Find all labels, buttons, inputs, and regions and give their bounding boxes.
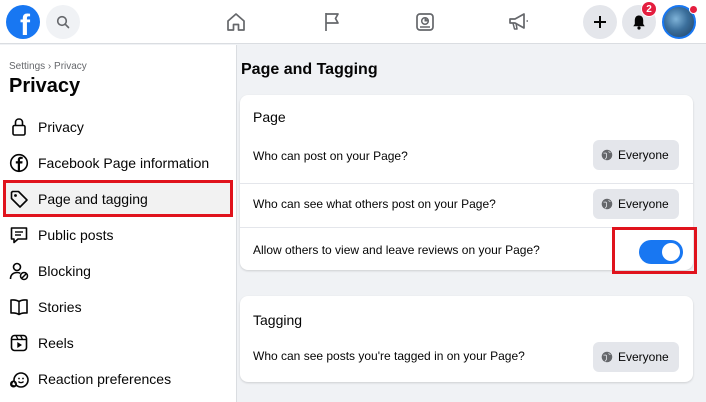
flag-icon bbox=[325, 13, 339, 31]
sidebar-item-facebook-page-information[interactable]: Facebook Page information bbox=[3, 146, 233, 180]
sidebar-item-stories[interactable]: Stories bbox=[3, 290, 233, 324]
marketing-tab[interactable] bbox=[504, 8, 532, 36]
bell-icon bbox=[633, 15, 645, 30]
ads-manager-tab[interactable] bbox=[411, 8, 439, 36]
public-posts-icon bbox=[8, 224, 30, 246]
create-button[interactable] bbox=[583, 5, 617, 39]
globe-icon bbox=[601, 351, 613, 363]
search-button[interactable] bbox=[46, 5, 80, 39]
top-navigation-bar: f 2 bbox=[0, 0, 706, 44]
facebook-logo-letter: f bbox=[20, 9, 30, 39]
audience-selector-button[interactable]: Everyone bbox=[593, 342, 679, 372]
sidebar-item-label: Stories bbox=[38, 299, 82, 315]
page-title: Page and Tagging bbox=[241, 61, 378, 78]
sidebar-item-label: Privacy bbox=[38, 119, 84, 135]
reviews-toggle-highlight bbox=[612, 227, 697, 274]
lock-icon bbox=[8, 116, 30, 138]
globe-icon bbox=[601, 198, 613, 210]
breadcrumb[interactable]: Settings › Privacy bbox=[9, 61, 87, 72]
tagging-settings-card: Tagging Who can see posts you're tagged … bbox=[240, 296, 693, 382]
sidebar-item-label: Public posts bbox=[38, 227, 114, 243]
sidebar-item-reaction-preferences[interactable]: Reaction preferences bbox=[3, 362, 233, 396]
setting-label: Allow others to view and leave reviews o… bbox=[253, 243, 540, 257]
reaction-icon bbox=[8, 368, 30, 390]
audience-value: Everyone bbox=[618, 197, 669, 211]
globe-icon bbox=[601, 149, 613, 161]
home-tab[interactable] bbox=[222, 8, 250, 36]
sidebar-title: Privacy bbox=[9, 75, 81, 97]
pages-tab[interactable] bbox=[318, 8, 346, 36]
audience-selector-button[interactable]: Everyone bbox=[593, 140, 679, 170]
plus-icon bbox=[594, 16, 606, 28]
setting-label: Who can see what others post on your Pag… bbox=[253, 197, 496, 211]
sidebar-item-blocking[interactable]: Blocking bbox=[3, 254, 233, 288]
sidebar-item-page-and-tagging[interactable]: Page and tagging bbox=[3, 180, 233, 217]
sidebar-item-label: Page and tagging bbox=[38, 190, 148, 207]
facebook-logo[interactable]: f bbox=[6, 5, 40, 39]
audience-selector-button[interactable]: Everyone bbox=[593, 189, 679, 219]
sidebar-item-label: Reaction preferences bbox=[38, 371, 172, 387]
reviews-toggle[interactable] bbox=[639, 240, 683, 264]
megaphone-icon bbox=[509, 13, 528, 30]
avatar-status-dot bbox=[689, 5, 698, 14]
reels-icon bbox=[8, 332, 30, 354]
notification-badge: 2 bbox=[641, 1, 657, 17]
card-title: Tagging bbox=[253, 312, 303, 328]
audience-value: Everyone bbox=[618, 350, 669, 364]
sidebar-item-label: Reels bbox=[38, 335, 74, 351]
audience-value: Everyone bbox=[618, 148, 669, 162]
sidebar-item-reels[interactable]: Reels bbox=[3, 326, 233, 360]
book-icon bbox=[8, 296, 30, 318]
sidebar-item-label: Facebook Page information bbox=[38, 155, 210, 171]
toggle-knob bbox=[662, 243, 680, 261]
blocking-icon bbox=[8, 260, 30, 282]
setting-label: Who can post on your Page? bbox=[253, 149, 408, 163]
row-divider bbox=[240, 183, 693, 184]
sidebar-item-public-posts[interactable]: Public posts bbox=[3, 218, 233, 252]
sidebar-item-label: Blocking bbox=[38, 263, 91, 279]
tag-icon bbox=[8, 188, 30, 210]
sidebar-item-privacy[interactable]: Privacy bbox=[3, 110, 233, 144]
ads-manager-icon bbox=[416, 13, 434, 31]
home-icon bbox=[227, 13, 245, 31]
facebook-icon bbox=[8, 152, 30, 174]
search-icon bbox=[56, 15, 70, 29]
card-title: Page bbox=[253, 109, 286, 125]
setting-label: Who can see posts you're tagged in on yo… bbox=[253, 349, 525, 363]
